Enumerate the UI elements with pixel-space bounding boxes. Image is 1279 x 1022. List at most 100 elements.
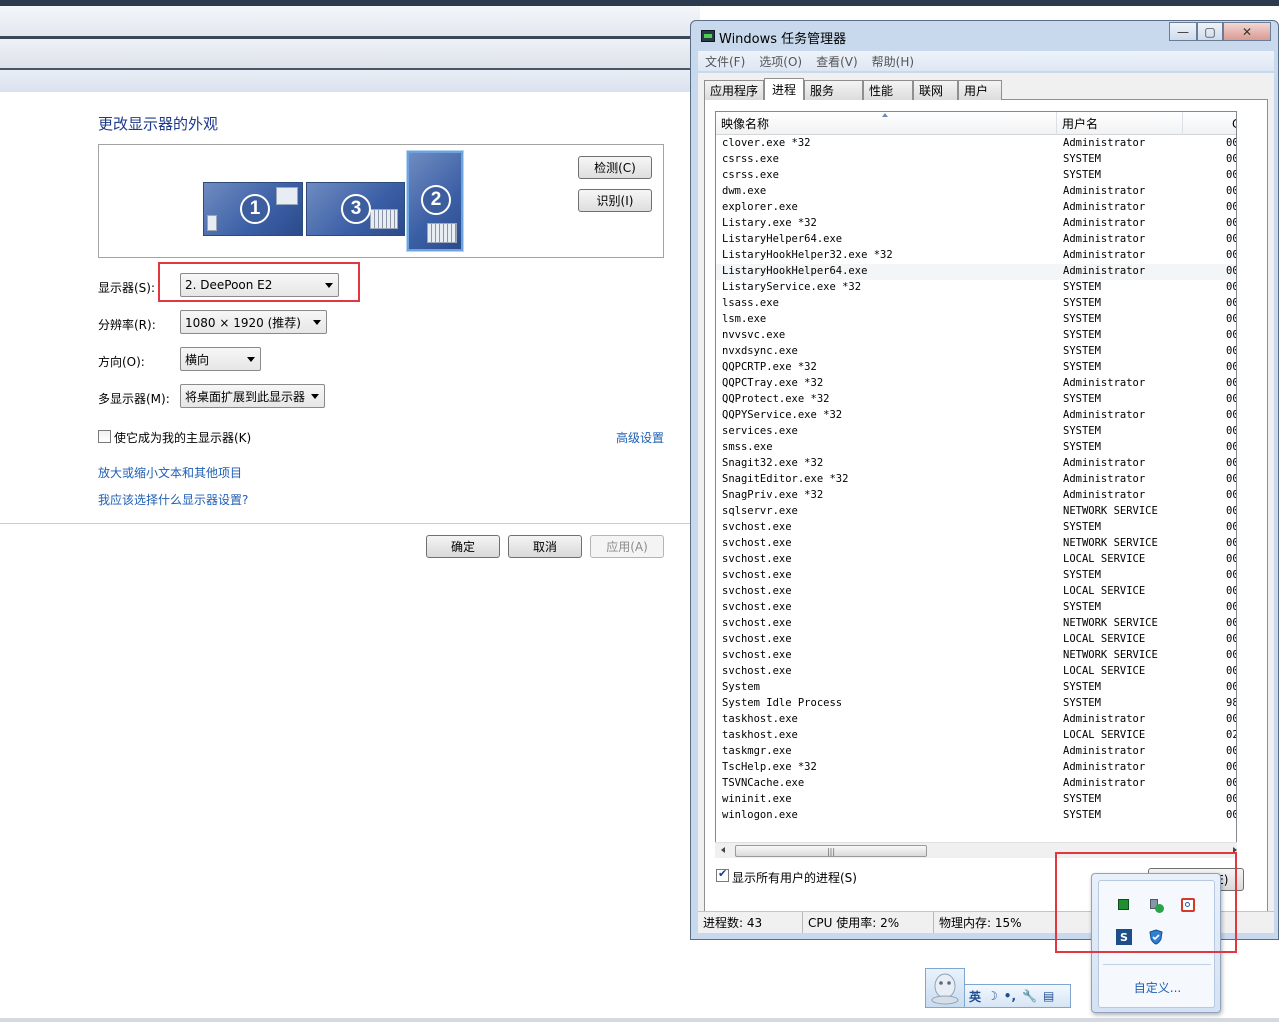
menu-file[interactable]: 文件(F): [698, 53, 752, 70]
close-button[interactable]: ✕: [1223, 22, 1271, 41]
table-row[interactable]: lsm.exe SYSTEM 00: [716, 312, 1236, 328]
minimize-icon: —: [1177, 24, 1189, 39]
table-row[interactable]: svchost.exe NETWORK SERVICE 00: [716, 616, 1236, 632]
main-display-checkbox[interactable]: [98, 430, 111, 443]
table-row[interactable]: nvvsvc.exe SYSTEM 00: [716, 328, 1236, 344]
detect-button[interactable]: 检测(C): [578, 156, 652, 179]
table-row[interactable]: svchost.exe LOCAL SERVICE 00: [716, 584, 1236, 600]
table-row[interactable]: ListaryHookHelper64.exe Administrator 00: [716, 264, 1236, 280]
table-row[interactable]: explorer.exe Administrator 00: [716, 200, 1236, 216]
tab-performance[interactable]: 性能: [863, 80, 914, 100]
tab-services[interactable]: 服务: [804, 80, 864, 100]
process-name: svchost.exe: [722, 585, 792, 597]
table-row[interactable]: svchost.exe SYSTEM 00: [716, 600, 1236, 616]
table-row[interactable]: System Idle Process SYSTEM 98: [716, 696, 1236, 712]
moon-icon[interactable]: ☽: [987, 989, 998, 1003]
qq-input-icon[interactable]: [925, 968, 965, 1008]
table-row[interactable]: System SYSTEM 00: [716, 680, 1236, 696]
status-process-count: 进程数: 43: [698, 912, 803, 933]
menu-help[interactable]: 帮助(H): [865, 53, 921, 70]
table-row[interactable]: SnagPriv.exe *32 Administrator 00: [716, 488, 1236, 504]
table-row[interactable]: winlogon.exe SYSTEM 00: [716, 808, 1236, 824]
table-row[interactable]: taskhost.exe LOCAL SERVICE 02: [716, 728, 1236, 744]
tab-networking[interactable]: 联网: [913, 80, 959, 100]
process-name: svchost.exe: [722, 553, 792, 565]
table-row[interactable]: csrss.exe SYSTEM 00: [716, 152, 1236, 168]
process-user: SYSTEM: [1063, 313, 1101, 325]
table-row[interactable]: csrss.exe SYSTEM 00: [716, 168, 1236, 184]
process-name: QQPCTray.exe *32: [722, 377, 824, 389]
table-row[interactable]: QQPYService.exe *32 Administrator 00: [716, 408, 1236, 424]
table-row[interactable]: ListaryHookHelper32.exe *32 Administrator…: [716, 248, 1236, 264]
orientation-select[interactable]: 横向: [180, 347, 261, 371]
identify-button[interactable]: 识别(I): [578, 189, 652, 212]
process-user: Administrator: [1063, 489, 1146, 501]
process-list[interactable]: 映像名称 用户名 CI clover.exe *32 Administrator 0…: [715, 111, 1237, 855]
column-cpu[interactable]: CI: [1183, 112, 1236, 135]
table-row[interactable]: taskhost.exe Administrator 00: [716, 712, 1236, 728]
table-row[interactable]: TSVNCache.exe Administrator 00: [716, 776, 1236, 792]
process-user: Administrator: [1063, 713, 1146, 725]
table-row[interactable]: svchost.exe NETWORK SERVICE 00: [716, 536, 1236, 552]
table-row[interactable]: ListaryService.exe *32 SYSTEM 00: [716, 280, 1236, 296]
monitor-2-selected[interactable]: 2: [407, 151, 463, 251]
multi-display-label: 多显示器(M):: [98, 392, 170, 406]
table-row[interactable]: svchost.exe LOCAL SERVICE 00: [716, 664, 1236, 680]
input-mode-toggle[interactable]: 英: [969, 988, 981, 1005]
scrollbar-thumb[interactable]: |||: [735, 845, 927, 857]
table-row[interactable]: svchost.exe LOCAL SERVICE 00: [716, 552, 1236, 568]
table-row[interactable]: taskmgr.exe Administrator 00: [716, 744, 1236, 760]
table-row[interactable]: svchost.exe SYSTEM 00: [716, 568, 1236, 584]
table-row[interactable]: QQPCTray.exe *32 Administrator 00: [716, 376, 1236, 392]
table-row[interactable]: dwm.exe Administrator 00: [716, 184, 1236, 200]
main-display-checkbox-label[interactable]: 使它成为我的主显示器(K): [114, 429, 251, 446]
menu-view[interactable]: 查看(V): [809, 53, 865, 70]
column-user-name[interactable]: 用户名: [1057, 112, 1183, 135]
menu-bar: 文件(F) 选项(O) 查看(V) 帮助(H): [698, 51, 1274, 71]
task-manager-title: Windows 任务管理器: [719, 32, 847, 47]
table-row[interactable]: sqlservr.exe NETWORK SERVICE 00: [716, 504, 1236, 520]
table-row[interactable]: smss.exe SYSTEM 00: [716, 440, 1236, 456]
table-row[interactable]: clover.exe *32 Administrator 00: [716, 136, 1236, 152]
tab-users[interactable]: 用户: [958, 80, 1003, 100]
minimize-button[interactable]: —: [1169, 22, 1197, 41]
monitor-3[interactable]: 3: [306, 182, 405, 236]
maximize-button[interactable]: ▢: [1197, 22, 1223, 41]
tab-processes[interactable]: 进程: [764, 78, 805, 100]
table-row[interactable]: wininit.exe SYSTEM 00: [716, 792, 1236, 808]
scroll-left-icon[interactable]: [721, 847, 725, 853]
advanced-settings-link[interactable]: 高级设置: [616, 429, 664, 446]
table-row[interactable]: nvxdsync.exe SYSTEM 00: [716, 344, 1236, 360]
show-all-users-label[interactable]: 显示所有用户的进程(S): [732, 869, 857, 886]
table-row[interactable]: svchost.exe LOCAL SERVICE 00: [716, 632, 1236, 648]
table-row[interactable]: QQProtect.exe *32 SYSTEM 00: [716, 392, 1236, 408]
resolution-select[interactable]: 1080 × 1920 (推荐): [180, 310, 327, 334]
table-row[interactable]: QQPCRTP.exe *32 SYSTEM 00: [716, 360, 1236, 376]
show-all-users-checkbox[interactable]: ✔: [716, 867, 729, 882]
multi-display-select[interactable]: 将桌面扩展到此显示器: [180, 384, 325, 408]
table-row[interactable]: lsass.exe SYSTEM 00: [716, 296, 1236, 312]
table-row[interactable]: SnagitEditor.exe *32 Administrator 00: [716, 472, 1236, 488]
table-row[interactable]: services.exe SYSTEM 00: [716, 424, 1236, 440]
cancel-button[interactable]: 取消: [508, 535, 582, 558]
table-row[interactable]: svchost.exe SYSTEM 00: [716, 520, 1236, 536]
apply-button[interactable]: 应用(A): [590, 535, 664, 558]
menu-options[interactable]: 选项(O): [752, 53, 809, 70]
process-name: SnagPriv.exe *32: [722, 489, 824, 501]
wrench-icon[interactable]: 🔧: [1022, 989, 1037, 1003]
customize-link[interactable]: 自定义...: [1099, 979, 1216, 996]
process-cpu: 00: [1226, 153, 1236, 165]
monitor-1[interactable]: 1: [203, 182, 303, 236]
table-row[interactable]: Listary.exe *32 Administrator 00: [716, 216, 1236, 232]
table-row[interactable]: TscHelp.exe *32 Administrator 00: [716, 760, 1236, 776]
table-row[interactable]: ListaryHelper64.exe Administrator 00: [716, 232, 1236, 248]
resize-text-link[interactable]: 放大或缩小文本和其他项目: [98, 464, 242, 481]
table-row[interactable]: svchost.exe NETWORK SERVICE 00: [716, 648, 1236, 664]
clipboard-icon[interactable]: ▤: [1043, 989, 1054, 1003]
ok-button[interactable]: 确定: [426, 535, 500, 558]
punctuation-icon[interactable]: •,: [1004, 989, 1016, 1003]
table-row[interactable]: Snagit32.exe *32 Administrator 00: [716, 456, 1236, 472]
which-settings-link[interactable]: 我应该选择什么显示器设置?: [98, 491, 248, 508]
process-cpu: 00: [1226, 761, 1236, 773]
tab-applications[interactable]: 应用程序: [704, 80, 765, 100]
